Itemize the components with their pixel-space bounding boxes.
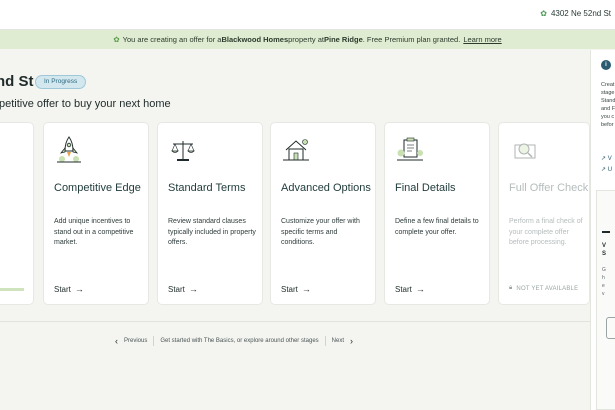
- stage-card-standard-terms[interactable]: Standard Terms Review standard clauses t…: [158, 123, 262, 304]
- start-label: Start: [395, 284, 412, 294]
- card-title: Advanced Options: [281, 182, 371, 194]
- external-link-icon: ↗: [601, 167, 607, 173]
- property-address[interactable]: ✿ 4302 Ne 52nd St: [540, 9, 611, 18]
- chevron-left-icon[interactable]: ‹: [115, 336, 118, 346]
- pager-message: Get started with The Basics, or explore …: [160, 338, 319, 344]
- info-link[interactable]: ↗ U: [601, 166, 612, 173]
- info-panel: i Creat stage Stand and F you c befor ↗ …: [590, 50, 615, 410]
- start-label: Start: [54, 284, 71, 294]
- promo-title: S: [602, 251, 607, 257]
- info-link-label: U: [607, 167, 613, 173]
- banner-community: Pine Ridge: [324, 35, 363, 44]
- start-button[interactable]: Start →: [168, 284, 198, 294]
- stage-pager: ‹ Previous Get started with The Basics, …: [115, 336, 353, 346]
- banner-prefix: You are creating an offer for a: [122, 35, 222, 44]
- arrow-right-icon: →: [301, 284, 311, 294]
- info-line: befor: [601, 122, 614, 128]
- promo-box: V S G h e v: [596, 190, 615, 410]
- promo-button[interactable]: [606, 317, 615, 339]
- info-icon: i: [601, 60, 611, 70]
- start-button[interactable]: Start →: [281, 284, 311, 294]
- card-description: Define a few final details to complete y…: [395, 218, 479, 236]
- start-label: Start: [168, 284, 185, 294]
- offer-banner: ✿ You are creating an offer for a Blackw…: [0, 30, 615, 49]
- stage-card-full-offer-check: Full Offer Check Perform a final check o…: [499, 123, 589, 304]
- promo-desc: v: [602, 291, 605, 297]
- address-text: 4302 Ne 52nd St: [550, 9, 611, 18]
- learn-more-link[interactable]: Learn more: [463, 35, 501, 44]
- start-button[interactable]: Start →: [395, 284, 425, 294]
- card-title: Final Details: [395, 182, 456, 194]
- magnifier-icon: [514, 143, 536, 159]
- arrow-right-icon: →: [415, 284, 425, 294]
- stage-card-basics[interactable]: ... g nd: [0, 123, 33, 304]
- top-bar: ✿ 4302 Ne 52nd St: [0, 0, 615, 30]
- info-line: and F: [601, 106, 615, 112]
- pager-separator: [324, 336, 326, 346]
- arrow-right-icon: →: [188, 284, 198, 294]
- divider: [0, 321, 590, 322]
- status-badge: In Progress: [35, 75, 87, 89]
- start-button[interactable]: Start →: [54, 284, 84, 294]
- clipboard-icon: [397, 137, 423, 161]
- lock-status: 🔒︎ NOT YET AVAILABLE: [509, 285, 578, 292]
- next-link[interactable]: Next: [332, 338, 344, 344]
- lock-label: NOT YET AVAILABLE: [516, 285, 579, 292]
- card-description: Customize your offer with specific terms…: [281, 218, 360, 246]
- info-line: stage: [601, 90, 615, 96]
- banner-brand: Blackwood Homes: [221, 35, 289, 44]
- info-line: Creat: [601, 82, 615, 88]
- card-title: Standard Terms: [168, 182, 246, 194]
- promo-divider: [602, 231, 610, 233]
- card-description: Review standard clauses typically includ…: [168, 218, 256, 246]
- promo-desc: e: [602, 283, 605, 289]
- info-link-label: V: [607, 156, 612, 162]
- chevron-right-icon[interactable]: ›: [350, 336, 353, 346]
- stage-card-final-details[interactable]: Final Details Define a few final details…: [385, 123, 489, 304]
- card-description: Add unique incentives to stand out in a …: [54, 218, 134, 246]
- leaf-icon: ✿: [540, 9, 547, 18]
- previous-link[interactable]: Previous: [124, 338, 147, 344]
- info-text: Creat stage Stand and F you c befor: [601, 81, 615, 129]
- info-link[interactable]: ↗ V: [601, 155, 612, 162]
- banner-suffix: . Free Premium plan granted.: [362, 35, 461, 44]
- stage-progress-bar: [0, 288, 24, 291]
- sparkle-icon: ✿: [113, 35, 120, 44]
- lock-icon: 🔒︎: [509, 285, 513, 291]
- house-tools-icon: [283, 139, 309, 161]
- start-label: Start: [281, 284, 298, 294]
- scales-icon: [171, 141, 195, 161]
- external-link-icon: ↗: [601, 156, 607, 162]
- promo-title: V: [602, 243, 607, 249]
- card-description: Perform a final check of your complete o…: [509, 218, 583, 246]
- banner-middle: property at: [288, 35, 324, 44]
- info-line: Stand: [601, 98, 615, 104]
- promo-desc: G: [602, 267, 606, 273]
- rocket-icon: [57, 136, 81, 163]
- page-subtitle: petitive offer to buy your next home: [0, 98, 171, 110]
- page-title: nd St: [0, 73, 34, 90]
- stage-card-advanced-options[interactable]: Advanced Options Customize your offer wi…: [271, 123, 375, 304]
- card-title: Full Offer Check: [509, 182, 589, 194]
- pager-separator: [153, 336, 155, 346]
- stage-card-competitive-edge[interactable]: Competitive Edge Add unique incentives t…: [44, 123, 148, 304]
- card-title: Competitive Edge: [54, 182, 141, 194]
- info-line: you c: [601, 114, 615, 120]
- promo-desc: h: [602, 275, 605, 281]
- arrow-right-icon: →: [74, 284, 84, 294]
